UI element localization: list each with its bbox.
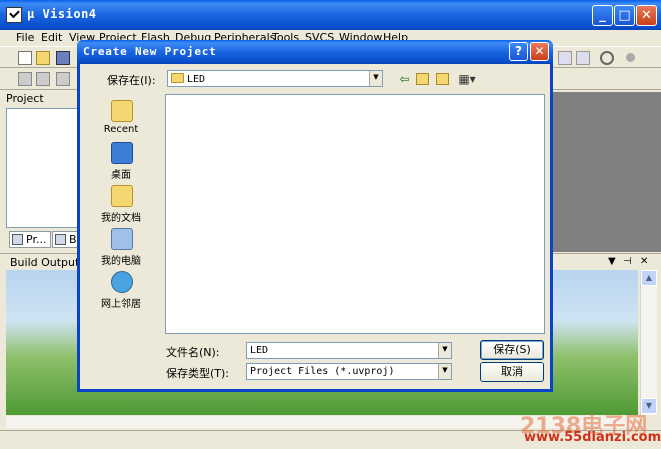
tab-project-label: Pr... bbox=[26, 233, 47, 246]
save-button[interactable]: 保存(S) bbox=[480, 340, 544, 360]
project-tab-icon bbox=[12, 234, 23, 245]
close-icon: ✕ bbox=[534, 44, 545, 58]
find-icon[interactable] bbox=[600, 51, 614, 65]
place-recent[interactable]: Recent bbox=[80, 100, 162, 142]
file-type-value: Project Files (*.uvproj) bbox=[250, 366, 395, 377]
minimize-button[interactable]: _ bbox=[592, 5, 613, 26]
project-pane-header: Project bbox=[6, 92, 44, 105]
place-desktop[interactable]: 桌面 bbox=[80, 142, 162, 184]
dialog-title: Create New Project bbox=[83, 45, 217, 58]
close-icon: ✕ bbox=[641, 8, 652, 23]
menu-file[interactable]: File bbox=[16, 31, 34, 44]
window-title: µ Vision4 bbox=[27, 7, 97, 21]
toolbar-icon-c[interactable] bbox=[626, 53, 635, 62]
folder-icon bbox=[171, 73, 184, 83]
place-my-computer[interactable]: 我的电脑 bbox=[80, 228, 162, 270]
watermark-url: www.55dianzi.com bbox=[524, 430, 661, 445]
main-title-bar[interactable]: µ Vision4 _ □ ✕ bbox=[0, 0, 661, 30]
place-network-label: 网上邻居 bbox=[101, 299, 141, 310]
recent-icon bbox=[111, 100, 133, 122]
file-type-select[interactable]: Project Files (*.uvproj) ▼ bbox=[246, 363, 452, 380]
build-output-title: Build Output bbox=[10, 256, 80, 269]
books-tab-icon bbox=[55, 234, 66, 245]
place-recent-label: Recent bbox=[103, 124, 139, 135]
file-name-label: 文件名(N): bbox=[166, 346, 220, 359]
project-tabs: Pr... Bo... bbox=[6, 229, 78, 249]
new-folder-icon[interactable] bbox=[436, 73, 449, 85]
app-icon bbox=[6, 7, 22, 23]
close-pane-icon[interactable]: ✕ bbox=[640, 256, 648, 267]
view-menu-icon[interactable]: ▦▾ bbox=[456, 72, 478, 87]
places-bar: Recent 桌面 我的文档 我的电脑 网上邻居 bbox=[80, 94, 162, 334]
cancel-button[interactable]: 取消 bbox=[480, 362, 544, 382]
maximize-icon: □ bbox=[618, 8, 631, 23]
file-type-label: 保存类型(T): bbox=[166, 367, 230, 380]
menu-edit[interactable]: Edit bbox=[41, 31, 62, 44]
maximize-button[interactable]: □ bbox=[614, 5, 635, 26]
look-in-label: 保存在(I): bbox=[107, 74, 156, 87]
help-button[interactable]: ? bbox=[509, 42, 528, 61]
chevron-down-icon[interactable]: ▼ bbox=[438, 364, 451, 379]
build-output-scrollbar[interactable]: ▲ ▼ bbox=[640, 270, 657, 415]
up-folder-icon[interactable] bbox=[416, 73, 429, 85]
translate-icon[interactable] bbox=[18, 72, 32, 86]
place-network[interactable]: 网上邻居 bbox=[80, 271, 162, 313]
look-in-value: LED bbox=[187, 74, 206, 85]
dialog-close-button[interactable]: ✕ bbox=[530, 42, 549, 61]
toolbar-icon-a[interactable] bbox=[558, 51, 572, 65]
close-button[interactable]: ✕ bbox=[636, 5, 657, 26]
tab-books[interactable]: Bo... bbox=[52, 231, 78, 248]
minimize-icon: _ bbox=[599, 8, 606, 23]
place-desktop-label: 桌面 bbox=[111, 170, 131, 181]
create-new-project-dialog: Create New Project ? ✕ 保存在(I): LED ▼ ⇦ ▦… bbox=[77, 40, 553, 392]
place-my-documents[interactable]: 我的文档 bbox=[80, 185, 162, 227]
chevron-down-icon[interactable]: ▼ bbox=[438, 343, 451, 358]
dialog-title-bar[interactable]: Create New Project ? ✕ bbox=[77, 40, 553, 64]
help-icon: ? bbox=[515, 44, 522, 58]
pin-icon[interactable]: ⊣ bbox=[623, 256, 632, 267]
back-icon[interactable]: ⇦ bbox=[397, 72, 412, 87]
look-in-combo[interactable]: LED ▼ bbox=[167, 70, 383, 87]
tab-project[interactable]: Pr... bbox=[9, 231, 51, 248]
open-file-icon[interactable] bbox=[36, 51, 50, 65]
my-documents-icon bbox=[111, 185, 133, 207]
desktop-icon bbox=[111, 142, 133, 164]
rebuild-icon[interactable] bbox=[56, 72, 70, 86]
toolbar-icon-b[interactable] bbox=[576, 51, 590, 65]
save-file-icon[interactable] bbox=[56, 51, 70, 65]
scroll-up-icon[interactable]: ▲ bbox=[641, 270, 657, 286]
my-computer-icon bbox=[111, 228, 133, 250]
file-name-input[interactable]: LED ▼ bbox=[246, 342, 452, 359]
place-my-computer-label: 我的电脑 bbox=[101, 256, 141, 267]
network-places-icon bbox=[111, 271, 133, 293]
place-my-documents-label: 我的文档 bbox=[101, 213, 141, 224]
chevron-down-icon[interactable]: ▼ bbox=[369, 71, 382, 86]
dropdown-icon[interactable]: ▼ bbox=[608, 256, 616, 267]
build-icon[interactable] bbox=[36, 72, 50, 86]
file-list[interactable] bbox=[165, 94, 545, 334]
file-name-value: LED bbox=[250, 345, 269, 356]
project-tree[interactable] bbox=[6, 108, 78, 228]
new-file-icon[interactable] bbox=[18, 51, 32, 65]
